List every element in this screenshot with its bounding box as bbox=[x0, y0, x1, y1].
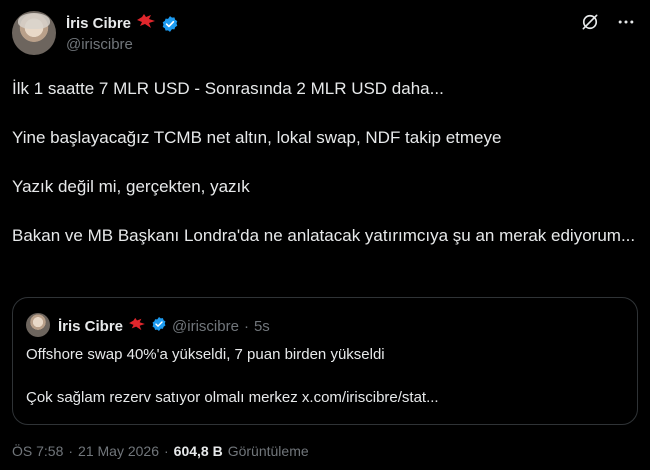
tweet-paragraph: Yazık değil mi, gerçekten, yazık bbox=[12, 177, 250, 196]
tweet-paragraph: İlk 1 saatte 7 MLR USD - Sonrasında 2 ML… bbox=[12, 79, 444, 98]
quoted-avatar bbox=[26, 313, 50, 337]
separator: · bbox=[243, 317, 249, 335]
more-icon[interactable] bbox=[616, 12, 636, 32]
tweet-text: İlk 1 saatte 7 MLR USD - Sonrasında 2 ML… bbox=[12, 76, 638, 272]
tweet-date[interactable]: 21 May 2026 bbox=[78, 443, 159, 459]
verified-badge-icon bbox=[161, 15, 179, 33]
tweet-paragraph: Bakan ve MB Başkanı Londra'da ne anlatac… bbox=[12, 226, 636, 245]
author-handle[interactable]: @iriscibre bbox=[66, 36, 133, 53]
quoted-time: 5s bbox=[253, 317, 270, 335]
red-bird-icon bbox=[128, 317, 146, 335]
quoted-text-line: Offshore swap 40%'a yükseldi, 7 puan bir… bbox=[26, 346, 385, 363]
quoted-text-line: Çok sağlam rezerv satıyor olmalı merkez … bbox=[26, 389, 439, 406]
tweet-paragraph: Yine başlayacağız TCMB net altın, lokal … bbox=[12, 128, 502, 147]
quoted-tweet[interactable]: İris Cibre @iriscibre · 5s Offshore swap… bbox=[12, 297, 638, 425]
top-actions bbox=[580, 12, 636, 32]
verified-badge-icon bbox=[151, 316, 167, 336]
views-label: Görüntüleme bbox=[227, 443, 309, 459]
author-name[interactable]: İris Cibre bbox=[66, 15, 131, 32]
separator: · bbox=[68, 443, 74, 459]
tweet-time[interactable]: ÖS 7:58 bbox=[12, 443, 63, 459]
avatar[interactable] bbox=[12, 11, 56, 55]
view-count: 604,8 B bbox=[173, 443, 223, 459]
separator: · bbox=[164, 443, 169, 459]
tweet-meta: ÖS 7:58 · 21 May 2026 · 604,8 B Görüntül… bbox=[12, 443, 309, 459]
quoted-header: İris Cibre @iriscibre · 5s bbox=[58, 316, 270, 336]
quoted-handle: @iriscibre bbox=[172, 317, 239, 335]
red-bird-icon bbox=[136, 13, 156, 34]
grok-icon[interactable] bbox=[580, 12, 600, 32]
author-name-row: İris Cibre bbox=[66, 13, 179, 34]
quoted-author-name: İris Cibre bbox=[58, 317, 124, 335]
